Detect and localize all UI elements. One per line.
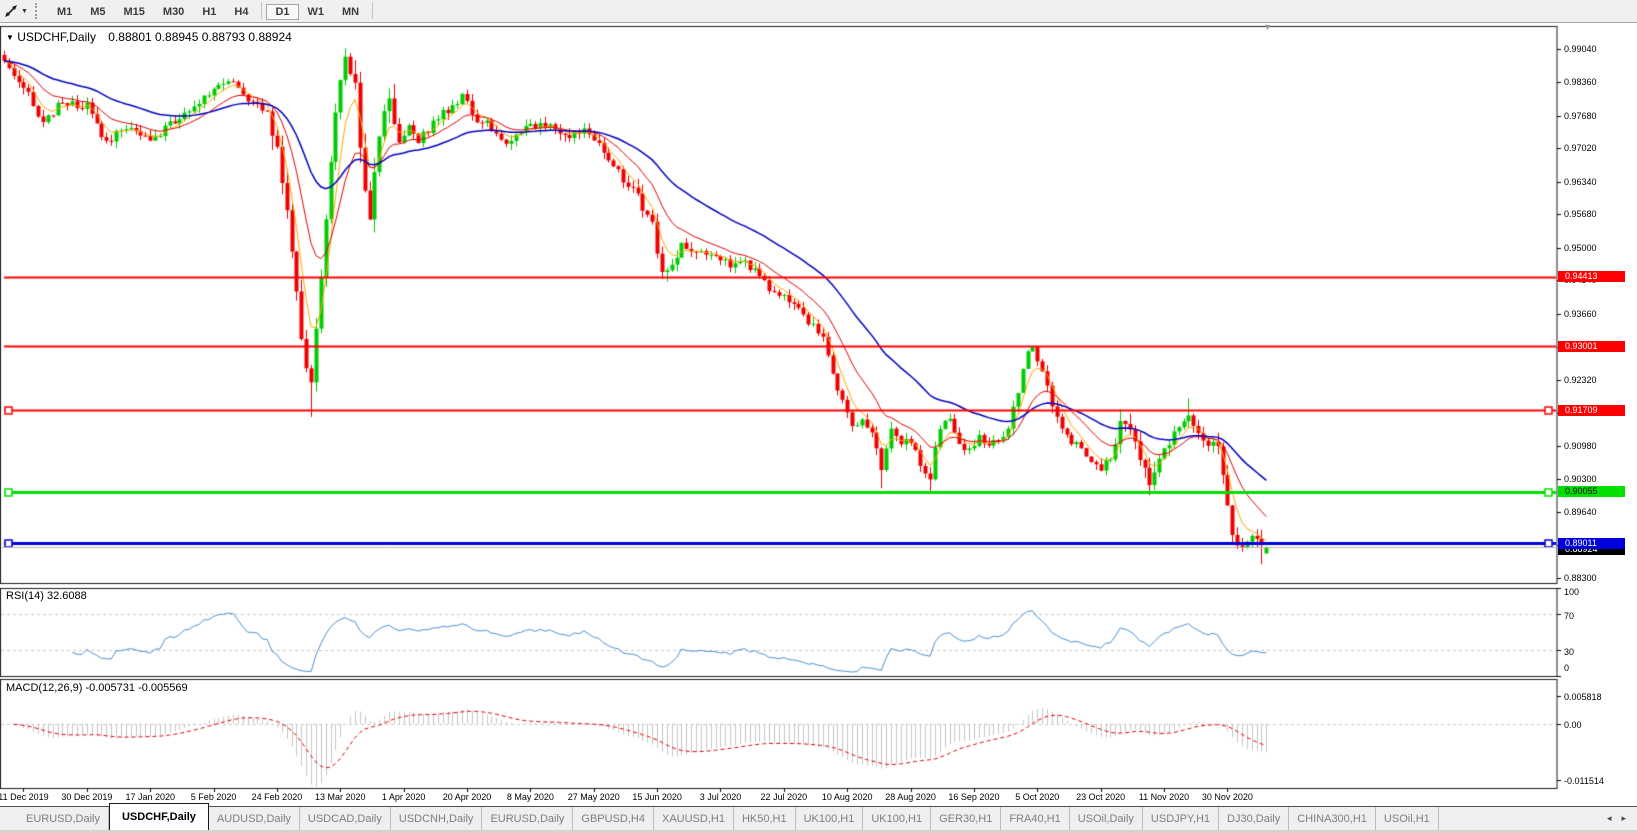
timeframe-button-h4[interactable]: H4 (225, 4, 257, 20)
symbol-tab-xauusd-h1[interactable]: XAUUSD,H1 (654, 807, 734, 830)
hline-price-tag-089011[interactable]: 0.89011 (1558, 538, 1625, 549)
date-axis-label: 28 Aug 2020 (885, 792, 936, 802)
date-axis-label: 16 Sep 2020 (948, 792, 999, 802)
timeframe-button-group: M1M5M15M30H1H4 D1W1MN (48, 2, 377, 20)
symbol-tab-bar: EURUSD,DailyUSDCHF,DailyAUDUSD,DailyUSDC… (0, 806, 1637, 830)
tab-scroll-left-icon[interactable]: ◂ (1602, 813, 1617, 824)
price-axis-label: 0.97680 (1564, 111, 1597, 121)
timeframe-button-m30[interactable]: M30 (154, 4, 193, 20)
symbol-tab-usdcad-daily[interactable]: USDCAD,Daily (300, 807, 391, 830)
chart-ohlc-values: 0.88801 0.88945 0.88793 0.88924 (108, 30, 292, 44)
pan-tool-icon[interactable] (2, 3, 20, 19)
rsi-axis-label: 100 (1564, 587, 1579, 597)
price-axis-label: 0.90300 (1564, 474, 1597, 484)
date-axis-label: 15 Jun 2020 (632, 792, 682, 802)
macd-axis-label: 0.005818 (1564, 692, 1602, 702)
price-axis-label: 0.98360 (1564, 77, 1597, 87)
date-axis-label: 23 Oct 2020 (1076, 792, 1125, 802)
hline-price-tag-090055[interactable]: 0.90055 (1558, 486, 1625, 497)
date-axis-label: 11 Dec 2019 (0, 792, 49, 802)
macd-axis-label: 0.00 (1564, 720, 1582, 730)
date-axis-label: 10 Aug 2020 (822, 792, 873, 802)
chart-overlay: ▼ USDCHF,Daily 0.88801 0.88945 0.88793 0… (0, 0, 1637, 833)
macd-axis-label: -0.011514 (1564, 776, 1604, 786)
timeframe-button-mn[interactable]: MN (333, 4, 368, 20)
date-axis-label: 13 Mar 2020 (315, 792, 366, 802)
symbol-tab-hk50-h1[interactable]: HK50,H1 (734, 807, 796, 830)
symbol-tab-ger30-h1[interactable]: GER30,H1 (931, 807, 1001, 830)
symbol-tab-dj30-daily[interactable]: DJ30,Daily (1219, 807, 1289, 830)
date-axis-label: 3 Jul 2020 (700, 792, 742, 802)
date-axis-label: 5 Feb 2020 (191, 792, 237, 802)
symbol-tab-usoil-daily[interactable]: USOil,Daily (1070, 807, 1143, 830)
hline-price-tag-094413[interactable]: 0.94413 (1558, 271, 1625, 282)
rsi-axis-label: 0 (1564, 663, 1569, 673)
date-axis-label: 30 Dec 2019 (61, 792, 112, 802)
price-axis-label: 0.89640 (1564, 507, 1597, 517)
rsi-axis-label: 30 (1564, 647, 1574, 657)
symbol-tab-china300-h1[interactable]: CHINA300,H1 (1289, 807, 1376, 830)
date-axis-label: 8 May 2020 (507, 792, 554, 802)
date-axis-label: 1 Apr 2020 (382, 792, 426, 802)
hline-price-tag-091709[interactable]: 0.91709 (1558, 405, 1625, 416)
symbol-tab-fra40-h1[interactable]: FRA40,H1 (1001, 807, 1069, 830)
symbol-tab-audusd-daily[interactable]: AUDUSD,Daily (209, 807, 300, 830)
rsi-axis-label: 70 (1564, 611, 1574, 621)
toolbar-grip[interactable] (35, 3, 40, 19)
date-axis-label: 5 Oct 2020 (1015, 792, 1059, 802)
price-axis-label: 0.96340 (1564, 177, 1597, 187)
date-axis-label: 24 Feb 2020 (252, 792, 303, 802)
timeframe-button-w1[interactable]: W1 (299, 4, 334, 20)
timeframe-button-h1[interactable]: H1 (193, 4, 225, 20)
date-axis-label: 22 Jul 2020 (761, 792, 808, 802)
date-axis-label: 20 Apr 2020 (443, 792, 492, 802)
rsi-indicator-label: RSI(14) 32.6088 (6, 590, 87, 602)
macd-indicator-label: MACD(12,26,9) -0.005731 -0.005569 (6, 682, 188, 694)
timeframe-button-d1[interactable]: D1 (266, 4, 298, 20)
tab-scroll-arrows: ◂ ▸ (1602, 807, 1637, 830)
symbol-tab-usoil-h1[interactable]: USOil,H1 (1376, 807, 1439, 830)
symbol-tab-usdchf-daily[interactable]: USDCHF,Daily (109, 803, 209, 830)
symbol-tab-uk100-h1[interactable]: UK100,H1 (863, 807, 931, 830)
price-axis-label: 0.95000 (1564, 243, 1597, 253)
symbol-tab-eurusd-daily[interactable]: EURUSD,Daily (18, 807, 109, 830)
date-axis-label: 27 May 2020 (568, 792, 620, 802)
tab-scroll-right-icon[interactable]: ▸ (1616, 813, 1631, 824)
price-axis-label: 0.88300 (1564, 573, 1597, 583)
symbol-tab-gbpusd-h4[interactable]: GBPUSD,H4 (573, 807, 654, 830)
timeframe-button-m5[interactable]: M5 (81, 4, 114, 20)
price-axis-label: 0.95680 (1564, 209, 1597, 219)
symbol-tabs: EURUSD,DailyUSDCHF,DailyAUDUSD,DailyUSDC… (18, 807, 1439, 830)
price-axis-label: 0.99040 (1564, 44, 1597, 54)
symbol-tab-eurusd-daily[interactable]: EURUSD,Daily (482, 807, 573, 830)
price-axis-label: 0.92320 (1564, 375, 1597, 385)
chart-title-dropdown-icon[interactable]: ▼ (6, 33, 14, 42)
trading-terminal-window: ▼ M1M5M15M30H1H4 D1W1MN ▼ USDCHF,Daily 0.… (0, 0, 1637, 833)
timeframe-button-m1[interactable]: M1 (48, 4, 81, 20)
price-axis-label: 0.93660 (1564, 309, 1597, 319)
hline-price-tag-093001[interactable]: 0.93001 (1558, 341, 1625, 352)
timeframe-button-m15[interactable]: M15 (115, 4, 154, 20)
price-axis-label: 0.90980 (1564, 441, 1597, 451)
chart-shift-marker[interactable]: ▼ (1263, 22, 1272, 32)
date-axis-label: 11 Nov 2020 (1139, 792, 1189, 802)
chart-title: ▼ USDCHF,Daily 0.88801 0.88945 0.88793 0… (6, 30, 292, 44)
symbol-tab-uk100-h1[interactable]: UK100,H1 (796, 807, 864, 830)
chart-symbol-label: USDCHF,Daily (17, 30, 96, 44)
symbol-tab-usdcnh-daily[interactable]: USDCNH,Daily (391, 807, 483, 830)
date-axis-label: 17 Jan 2020 (125, 792, 175, 802)
symbol-tab-usdjpy-h1[interactable]: USDJPY,H1 (1143, 807, 1219, 830)
price-axis-label: 0.97020 (1564, 143, 1597, 153)
tool-dropdown-icon[interactable]: ▼ (21, 8, 28, 15)
top-toolbar: ▼ M1M5M15M30H1H4 D1W1MN (0, 0, 1637, 23)
date-axis-label: 30 Nov 2020 (1202, 792, 1253, 802)
